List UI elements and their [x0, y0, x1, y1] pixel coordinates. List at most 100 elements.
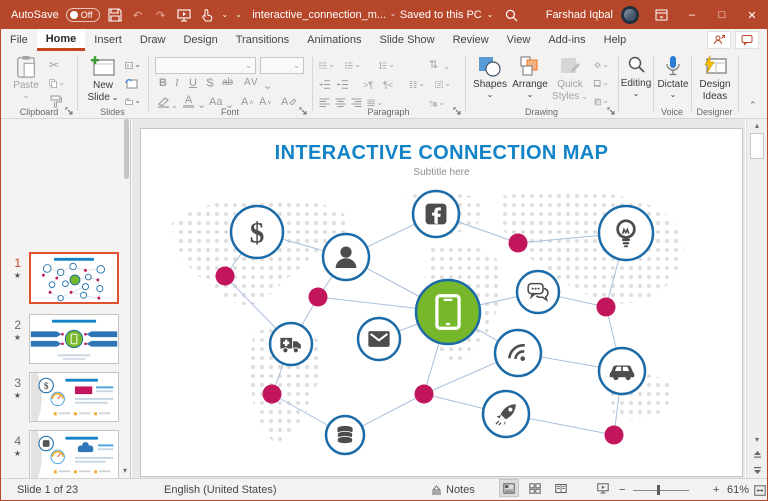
columns-icon[interactable]: ⌄ [409, 77, 425, 91]
new-slide-button[interactable]: New Slide⌄ [83, 55, 123, 103]
tab-insert[interactable]: Insert [85, 29, 131, 51]
cut-icon[interactable]: ✂ [49, 58, 65, 72]
touch-mode-dropdown-icon[interactable]: ⌄ [222, 11, 229, 19]
tab-help[interactable]: Help [595, 29, 636, 51]
scroll-down-icon[interactable]: ▾ [747, 435, 767, 444]
font-size-dropdown-icon[interactable]: ⌄ [293, 62, 300, 70]
bullets-dropdown-icon[interactable]: ⌄ [328, 61, 335, 69]
character-spacing-button[interactable]: AV [244, 77, 259, 88]
close-button[interactable]: ✕ [737, 1, 767, 29]
search-icon[interactable] [504, 7, 520, 23]
justify-dropdown-icon[interactable]: ⌄ [376, 99, 383, 107]
touch-mouse-mode-icon[interactable] [199, 7, 215, 23]
notes-toggle[interactable]: Notes [431, 479, 475, 501]
arrange-button[interactable]: Arrange ⌄ [511, 55, 549, 99]
slide-title[interactable]: INTERACTIVE CONNECTION MAP [141, 142, 742, 165]
drawing-dialog-launcher[interactable] [607, 107, 616, 116]
slide-thumbnail-1[interactable] [29, 252, 119, 304]
tab-animations[interactable]: Animations [298, 29, 370, 51]
redo-icon[interactable]: ↷ [153, 7, 169, 23]
qat-customize-icon[interactable]: ⌄ [235, 11, 242, 19]
fit-to-window-button[interactable] [754, 479, 766, 501]
font-dialog-launcher[interactable] [299, 107, 308, 116]
thumbnail-panel-scroll-down-icon[interactable]: ▾ [123, 466, 127, 475]
connector-dot[interactable] [597, 298, 616, 317]
paste-dropdown-icon[interactable]: ⌄ [23, 92, 30, 100]
shapes-dropdown-icon[interactable]: ⌄ [487, 91, 494, 99]
tab-home[interactable]: Home [37, 29, 86, 51]
line-spacing-icon[interactable]: ⌄ [379, 58, 395, 72]
paste-button[interactable]: Paste ⌄ [9, 55, 43, 100]
new-slide-dropdown-icon[interactable]: ⌄ [112, 94, 119, 102]
tab-view[interactable]: View [498, 29, 540, 51]
bold-button[interactable]: B [159, 77, 167, 89]
font-size-combo[interactable]: ⌄ [260, 57, 304, 74]
underline-button[interactable]: U [189, 77, 197, 89]
tab-review[interactable]: Review [444, 29, 498, 51]
text-shadow-button[interactable]: S [206, 77, 213, 89]
saved-status[interactable]: Saved to this PC [400, 9, 482, 21]
previous-slide-button[interactable] [747, 451, 767, 461]
node-lightbulb-icon[interactable] [599, 206, 653, 260]
editing-dropdown-icon[interactable]: ⌄ [633, 90, 640, 98]
zoom-slider-thumb[interactable] [657, 485, 660, 495]
text-direction-rtl-icon[interactable]: >¶ [363, 78, 379, 92]
connector-dot[interactable] [605, 426, 624, 445]
ribbon-display-options-icon[interactable] [647, 1, 677, 29]
saved-status-dropdown-icon[interactable]: ⌄ [487, 11, 494, 19]
undo-icon[interactable]: ↶ [130, 7, 146, 23]
slide-layout-icon[interactable]: ⌄ [125, 58, 141, 72]
node-wifi-icon[interactable] [495, 330, 541, 376]
numbering-icon[interactable]: ⌄ [345, 58, 361, 72]
zoom-in-button[interactable]: + [713, 479, 719, 501]
language-indicator[interactable]: English (United States) [164, 479, 277, 501]
paragraph-dialog-launcher[interactable] [453, 107, 462, 116]
slide-subtitle[interactable]: Subtitle here [141, 167, 742, 178]
quick-styles-button[interactable]: Quick Styles⌄ [551, 55, 589, 102]
connector-dot[interactable] [216, 267, 235, 286]
zoom-out-button[interactable]: − [619, 479, 625, 501]
clipboard-dialog-launcher[interactable] [65, 107, 74, 116]
layout-dropdown-icon[interactable]: ⌄ [134, 61, 141, 69]
scroll-up-icon[interactable]: ▴ [747, 121, 767, 130]
shape-outline-icon[interactable]: ⌄ [593, 76, 609, 90]
char-spacing-dropdown-icon[interactable]: ⌄ [263, 81, 272, 92]
reset-slide-icon[interactable] [125, 76, 141, 90]
maximize-button[interactable]: □ [707, 1, 737, 29]
arrange-dropdown-icon[interactable]: ⌄ [527, 91, 534, 99]
tab-file[interactable]: File [1, 29, 37, 51]
connector-dot[interactable] [415, 385, 434, 404]
user-name[interactable]: Farshad Iqbal [546, 9, 613, 21]
shape-effects-icon[interactable]: ⌄ [593, 94, 609, 108]
slide-sorter-view-button[interactable] [525, 479, 545, 497]
node-facebook-icon[interactable] [413, 191, 459, 237]
node-user-icon[interactable] [323, 234, 369, 280]
quick-styles-dropdown-icon[interactable]: ⌄ [581, 93, 588, 101]
node-ambulance-icon[interactable] [270, 323, 312, 365]
thumbnail-panel-scrollbar[interactable] [124, 119, 129, 179]
slideshow-view-button[interactable] [593, 479, 613, 497]
tab-add-ins[interactable]: Add-ins [539, 29, 594, 51]
smartart-dropdown-icon[interactable]: ⌄ [438, 99, 445, 107]
shape-effects-dropdown-icon[interactable]: ⌄ [602, 97, 609, 105]
user-avatar[interactable] [621, 6, 639, 24]
node-chat-icon[interactable] [517, 271, 559, 313]
reading-view-button[interactable] [551, 479, 571, 497]
node-mail-icon[interactable] [358, 318, 400, 360]
node-rocket-icon[interactable] [483, 391, 529, 437]
connector-dot[interactable] [309, 288, 328, 307]
text-direction-ltr-icon[interactable]: ¶< [383, 78, 399, 92]
current-slide[interactable]: INTERACTIVE CONNECTION MAP Subtitle here [141, 129, 742, 476]
comments-button[interactable] [735, 31, 759, 49]
next-slide-button[interactable] [747, 466, 767, 476]
share-button[interactable] [707, 31, 731, 49]
shape-outline-dropdown-icon[interactable]: ⌄ [602, 79, 609, 87]
strikethrough-button[interactable]: ab [222, 77, 233, 88]
columns-dropdown-icon[interactable]: ⌄ [418, 80, 425, 88]
numbering-dropdown-icon[interactable]: ⌄ [354, 61, 361, 69]
dictate-button[interactable]: Dictate ⌄ [655, 55, 691, 99]
start-slideshow-icon[interactable] [176, 7, 192, 23]
editing-button[interactable]: Editing ⌄ [620, 55, 652, 98]
minimize-button[interactable]: – [677, 1, 707, 29]
zoom-slider[interactable] [633, 479, 689, 501]
